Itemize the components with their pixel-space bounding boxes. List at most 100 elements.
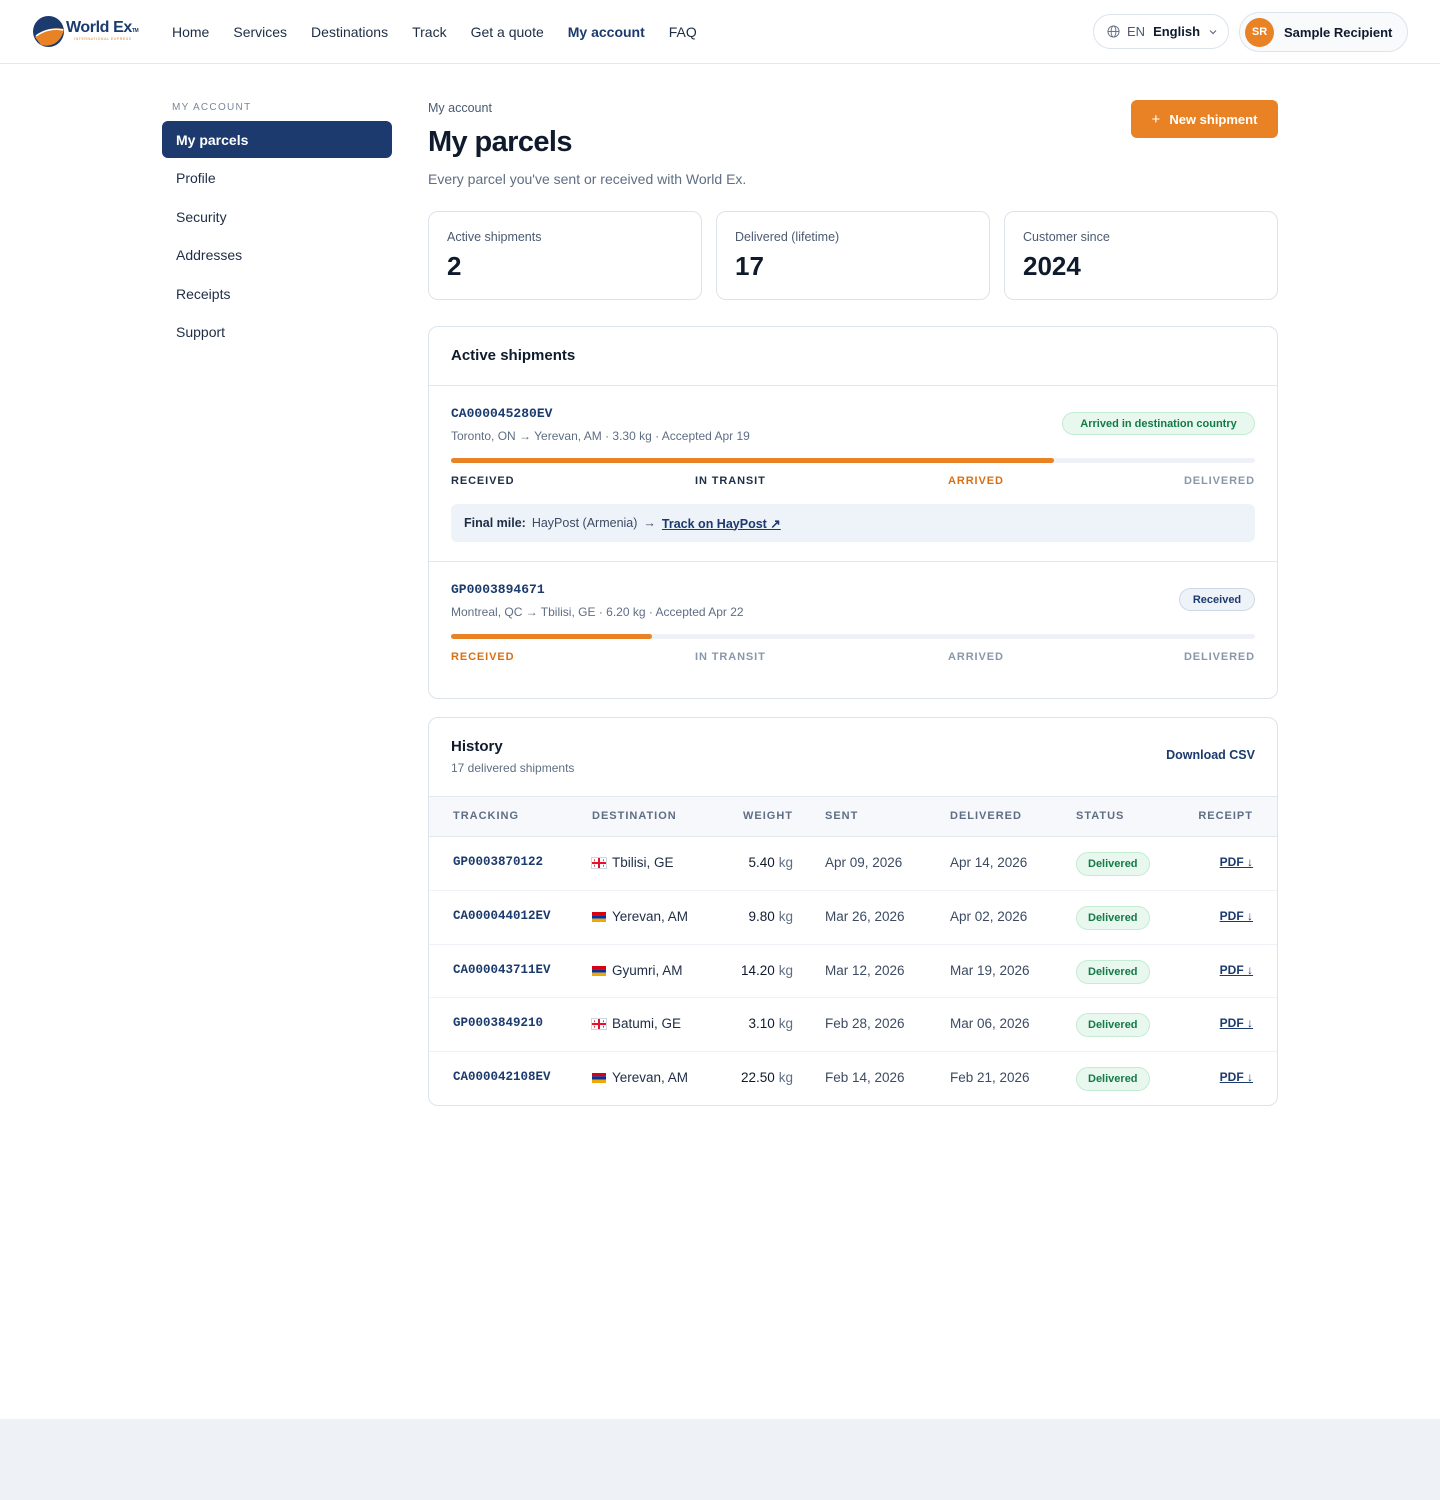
nav-destinations[interactable]: Destinations [311, 24, 388, 40]
table-row[interactable]: GP0003849210 Batumi, GE 3.10 kg Feb 28, 2… [429, 998, 1277, 1053]
avatar: SR [1245, 17, 1274, 47]
final-mile-label: Final mile: [464, 516, 526, 530]
nav-faq[interactable]: FAQ [669, 24, 697, 40]
nav-track[interactable]: Track [412, 24, 446, 40]
progress-bar [451, 634, 1255, 639]
step-arrived: ARRIVED [948, 651, 1004, 663]
column-header-sent: SENT [825, 810, 859, 822]
history-title: History [451, 738, 503, 755]
status-badge: Received [1179, 588, 1255, 611]
table-row[interactable]: CA000042108EV Yerevan, AM 22.50 kg Feb 14… [429, 1052, 1277, 1106]
brand-tagline: INTERNATIONAL EXPRESS [74, 37, 132, 41]
sidebar-item-security[interactable]: Security [162, 198, 392, 235]
progress-bar-fill [451, 634, 652, 639]
arrow-right-icon: → [643, 516, 656, 530]
destination-cell: Yerevan, AM [592, 1070, 688, 1085]
globe-logo-icon [33, 16, 64, 47]
history-card: History 17 delivered shipments Download … [428, 717, 1278, 1106]
stat-card-active-shipments: Active shipments 2 [428, 211, 702, 300]
receipt-pdf-link[interactable]: PDF ↓ [1220, 1070, 1253, 1084]
status-badge: Delivered [1076, 1067, 1150, 1092]
armenia-flag-icon [592, 965, 606, 976]
table-row[interactable]: CA000044012EV Yerevan, AM 9.80 kg Mar 26,… [429, 891, 1277, 945]
shipment-route: Toronto, ON → Yerevan, AM · 3.30 kg · Ac… [451, 429, 750, 443]
stat-label: Delivered (lifetime) [735, 230, 840, 244]
language-name: English [1153, 24, 1201, 39]
tracking-number[interactable]: CA000045280EV [451, 406, 552, 421]
status-badge: Delivered [1076, 905, 1150, 930]
nav-home[interactable]: Home [172, 24, 209, 40]
breadcrumb[interactable]: My account [428, 101, 492, 115]
plus-icon: + [1151, 110, 1161, 128]
receipt-pdf-link[interactable]: PDF ↓ [1220, 963, 1253, 977]
step-arrived: ARRIVED [948, 475, 1004, 487]
receipt-pdf-link[interactable]: PDF ↓ [1220, 855, 1253, 869]
tracking-number[interactable]: GP0003870122 [453, 855, 543, 869]
sidebar-item-addresses[interactable]: Addresses [162, 237, 392, 274]
stat-value: 2024 [1023, 251, 1081, 281]
weight-cell: 5.40 kg [748, 855, 793, 870]
weight-cell: 22.50 kg [740, 1070, 793, 1086]
tracking-number[interactable]: CA000042108EV [453, 1070, 551, 1084]
step-delivered: DELIVERED [1183, 475, 1255, 487]
weight-cell: 3.10 kg [748, 1016, 793, 1032]
delivered-date: Apr 02, 2026 [950, 908, 1028, 924]
status-badge: Delivered [1076, 959, 1150, 984]
destination-cell: Tbilisi, GE [591, 855, 674, 870]
delivered-date: Apr 14, 2026 [950, 855, 1028, 870]
tracking-number[interactable]: GP0003894671 [451, 582, 545, 597]
sidebar-section-label: MY ACCOUNT [172, 102, 252, 113]
armenia-flag-icon [592, 1073, 606, 1084]
step-in-transit: IN TRANSIT [695, 475, 766, 487]
track-on-haypost-link[interactable]: Track on HayPost ↗ [662, 516, 781, 531]
table-row[interactable]: GP0003870122 Tbilisi, GE 5.40 kg Apr 09, … [429, 837, 1277, 891]
new-shipment-button[interactable]: + New shipment [1131, 100, 1278, 138]
stat-card-delivered: Delivered (lifetime) 17 [716, 211, 990, 300]
sent-date: Mar 12, 2026 [825, 962, 905, 978]
sidebar-item-receipts[interactable]: Receipts [162, 275, 392, 312]
user-menu[interactable]: SR Sample Recipient [1239, 12, 1408, 52]
active-shipment[interactable]: GP0003894671 Montreal, QC → Tbilisi, GE … [429, 562, 1277, 698]
delivered-date: Mar 19, 2026 [950, 962, 1030, 978]
weight-cell: 9.80 kg [748, 908, 793, 924]
step-received: RECEIVED [451, 651, 515, 663]
shipment-route: Montreal, QC → Tbilisi, GE · 6.20 kg · A… [451, 605, 744, 619]
weight-cell: 14.20 kg [740, 962, 793, 978]
active-shipments-card: Active shipments CA000045280EV Toronto, … [428, 326, 1278, 699]
brand-logo[interactable]: World ExTM INTERNATIONAL EXPRESS [32, 14, 144, 50]
download-csv-button[interactable]: Download CSV [1166, 748, 1255, 762]
nav-my-account[interactable]: My account [568, 24, 645, 40]
tracking-number[interactable]: CA000043711EV [453, 963, 551, 977]
table-row[interactable]: CA000043711EV Gyumri, AM 14.20 kg Mar 12,… [429, 945, 1277, 999]
new-shipment-label: New shipment [1169, 111, 1258, 127]
language-selector[interactable]: EN English [1093, 14, 1229, 49]
stat-label: Customer since [1023, 230, 1110, 244]
progress-steps: RECEIVED IN TRANSIT ARRIVED DELIVERED [451, 475, 1255, 489]
column-header-tracking: TRACKING [453, 810, 520, 822]
tracking-number[interactable]: CA000044012EV [453, 909, 551, 923]
column-header-destination: DESTINATION [592, 810, 677, 822]
top-navigation-bar: World ExTM INTERNATIONAL EXPRESS Home Se… [0, 0, 1440, 64]
final-mile-banner: Final mile: HayPost (Armenia) → Track on… [451, 504, 1255, 542]
receipt-pdf-link[interactable]: PDF ↓ [1220, 909, 1253, 923]
tracking-number[interactable]: GP0003849210 [453, 1016, 543, 1030]
stat-value: 17 [735, 251, 764, 281]
armenia-flag-icon [592, 911, 606, 922]
progress-bar [451, 458, 1255, 463]
globe-icon [1107, 25, 1120, 38]
step-received: RECEIVED [451, 475, 515, 487]
history-subtitle: 17 delivered shipments [451, 761, 575, 775]
receipt-pdf-link[interactable]: PDF ↓ [1220, 1016, 1253, 1030]
final-mile-carrier: HayPost (Armenia) [531, 516, 638, 530]
sidebar-item-support[interactable]: Support [162, 314, 392, 351]
nav-get-a-quote[interactable]: Get a quote [471, 24, 544, 40]
destination-cell: Batumi, GE [591, 1016, 681, 1031]
page-footer [0, 1419, 1440, 1500]
sidebar-item-my-parcels[interactable]: My parcels [162, 121, 392, 158]
user-name: Sample Recipient [1284, 24, 1393, 40]
column-header-receipt: RECEIPT [1198, 810, 1253, 822]
active-shipment[interactable]: CA000045280EV Toronto, ON → Yerevan, AM … [429, 386, 1277, 561]
nav-services[interactable]: Services [233, 24, 287, 40]
brand-name: World ExTM [66, 19, 139, 36]
sidebar-item-profile[interactable]: Profile [162, 160, 392, 197]
